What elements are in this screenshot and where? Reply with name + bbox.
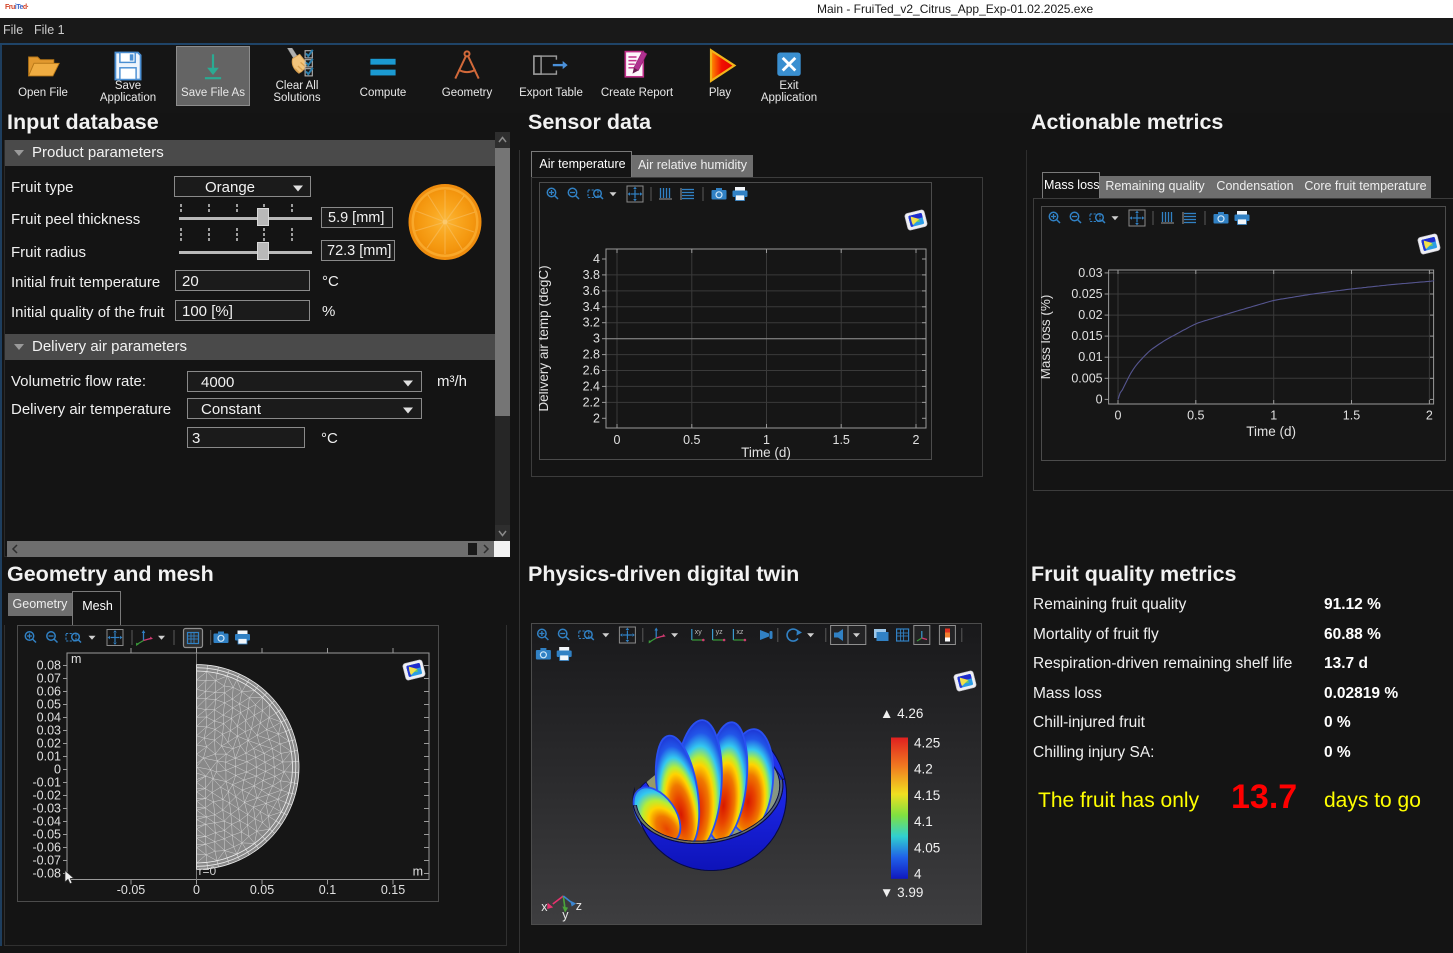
svg-text:3.4: 3.4 bbox=[583, 300, 600, 314]
svg-text:0.02: 0.02 bbox=[1078, 308, 1102, 322]
svg-text:0: 0 bbox=[193, 883, 200, 897]
svg-text:3.8: 3.8 bbox=[583, 268, 600, 282]
svg-text:0.05: 0.05 bbox=[250, 883, 274, 897]
svg-text:3.6: 3.6 bbox=[583, 284, 600, 298]
svg-text:0.015: 0.015 bbox=[1071, 329, 1102, 343]
svg-text:m: m bbox=[71, 652, 81, 666]
svg-text:0.005: 0.005 bbox=[1071, 371, 1102, 385]
svg-text:0.15: 0.15 bbox=[381, 883, 405, 897]
svg-text:1.5: 1.5 bbox=[833, 433, 850, 447]
svg-text:4.05: 4.05 bbox=[914, 840, 940, 855]
svg-text:0: 0 bbox=[614, 433, 621, 447]
svg-text:m: m bbox=[413, 865, 423, 879]
svg-text:0.025: 0.025 bbox=[1071, 287, 1102, 301]
svg-text:2.8: 2.8 bbox=[583, 348, 600, 362]
svg-text:-0.07: -0.07 bbox=[33, 854, 62, 868]
svg-text:Delivery air temp (degC): Delivery air temp (degC) bbox=[539, 265, 551, 411]
svg-text:3.2: 3.2 bbox=[583, 316, 600, 330]
svg-text:Time (d): Time (d) bbox=[741, 445, 791, 460]
svg-text:-0.02: -0.02 bbox=[33, 789, 62, 803]
svg-text:z: z bbox=[576, 899, 582, 913]
svg-text:2: 2 bbox=[913, 433, 920, 447]
svg-text:xz: xz bbox=[736, 629, 744, 636]
svg-text:-0.01: -0.01 bbox=[33, 776, 62, 790]
svg-text:0.1: 0.1 bbox=[319, 883, 336, 897]
svg-text:4.1: 4.1 bbox=[914, 814, 933, 829]
svg-text:0.08: 0.08 bbox=[37, 659, 61, 673]
svg-text:-0.08: -0.08 bbox=[33, 867, 62, 881]
svg-text:▲ 4.26: ▲ 4.26 bbox=[880, 706, 923, 721]
svg-text:0.03: 0.03 bbox=[1078, 266, 1102, 280]
svg-text:-0.06: -0.06 bbox=[33, 841, 62, 855]
svg-text:yz: yz bbox=[716, 629, 724, 636]
svg-text:0.01: 0.01 bbox=[37, 750, 61, 764]
svg-text:r=0: r=0 bbox=[199, 864, 217, 878]
svg-text:-0.05: -0.05 bbox=[117, 883, 146, 897]
svg-text:-0.03: -0.03 bbox=[33, 802, 62, 816]
svg-text:0: 0 bbox=[1115, 409, 1122, 423]
svg-text:2: 2 bbox=[593, 411, 600, 425]
svg-text:0.01: 0.01 bbox=[1078, 350, 1102, 364]
svg-text:1.5: 1.5 bbox=[1343, 409, 1360, 423]
svg-text:Mass loss (%): Mass loss (%) bbox=[1041, 295, 1053, 380]
svg-text:0: 0 bbox=[54, 763, 61, 777]
svg-text:4: 4 bbox=[914, 867, 922, 882]
svg-text:0.03: 0.03 bbox=[37, 724, 61, 738]
svg-text:2: 2 bbox=[1426, 409, 1433, 423]
svg-text:2.6: 2.6 bbox=[583, 364, 600, 378]
svg-text:3: 3 bbox=[593, 332, 600, 346]
svg-text:2.4: 2.4 bbox=[583, 379, 600, 393]
svg-text:0.05: 0.05 bbox=[37, 698, 61, 712]
svg-text:xy: xy bbox=[695, 629, 703, 636]
svg-text:0: 0 bbox=[1096, 392, 1103, 406]
svg-text:-0.04: -0.04 bbox=[33, 815, 62, 829]
svg-text:4.25: 4.25 bbox=[914, 736, 940, 751]
svg-text:Time (d): Time (d) bbox=[1246, 424, 1296, 439]
svg-text:0.07: 0.07 bbox=[37, 672, 61, 686]
svg-text:4.2: 4.2 bbox=[914, 762, 933, 777]
svg-text:▼ 3.99: ▼ 3.99 bbox=[880, 885, 923, 900]
svg-text:2.2: 2.2 bbox=[583, 395, 600, 409]
svg-text:4: 4 bbox=[593, 252, 600, 266]
svg-text:0.5: 0.5 bbox=[683, 433, 700, 447]
svg-text:x: x bbox=[541, 900, 548, 914]
svg-text:-0.05: -0.05 bbox=[33, 828, 62, 842]
svg-text:0.06: 0.06 bbox=[37, 685, 61, 699]
svg-text:0.5: 0.5 bbox=[1187, 409, 1204, 423]
svg-text:y: y bbox=[562, 908, 569, 922]
svg-text:4.15: 4.15 bbox=[914, 788, 940, 803]
svg-text:0.02: 0.02 bbox=[37, 737, 61, 751]
svg-text:0.04: 0.04 bbox=[37, 711, 61, 725]
svg-text:1: 1 bbox=[1270, 409, 1277, 423]
